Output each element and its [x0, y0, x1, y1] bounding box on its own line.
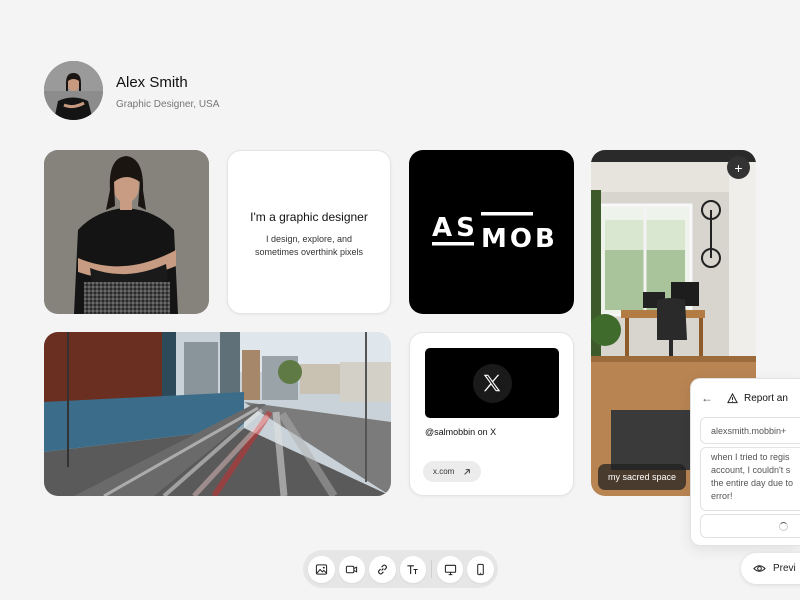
profile-header: Alex Smith Graphic Designer, USA [44, 61, 219, 120]
link-icon [377, 564, 387, 574]
profile-role: Graphic Designer, USA [116, 98, 220, 110]
toolbar-divider [431, 560, 432, 578]
x-link-label: x.com [433, 467, 455, 476]
add-button[interactable]: + [727, 156, 750, 179]
bio-card[interactable]: I'm a graphic designer I design, explore… [227, 150, 391, 314]
x-banner [425, 348, 559, 418]
desktop-view-button[interactable] [436, 555, 464, 583]
x-social-card[interactable]: @salmobbin on X x.com [409, 332, 574, 496]
logo-line2: MOB [481, 224, 558, 254]
asmob-logo: AS MOB [432, 212, 558, 254]
x-handle: @salmobbin on X [425, 427, 497, 437]
eye-icon [753, 565, 766, 572]
room-caption: my sacred space [598, 464, 687, 490]
logo-line1: AS [432, 213, 479, 243]
preview-button[interactable]: Previ [741, 553, 800, 584]
image-tool-button[interactable] [308, 555, 335, 583]
city-road-photo-card[interactable] [44, 332, 391, 496]
bio-text: I design, explore, and sometimes overthi… [254, 233, 364, 257]
mobile-view-button[interactable] [467, 555, 494, 583]
city-road-image [44, 332, 391, 496]
submit-button[interactable] [700, 514, 800, 538]
portrait-photo-card[interactable] [44, 150, 209, 314]
report-title: Report an [744, 392, 788, 404]
text-tool-button[interactable] [399, 555, 426, 583]
desktop-icon [444, 564, 456, 575]
avatar[interactable] [44, 61, 103, 120]
x-link-button[interactable]: x.com [423, 461, 482, 482]
preview-label: Previ [773, 563, 796, 574]
text-icon [407, 564, 418, 574]
logo-card[interactable]: AS MOB [409, 150, 574, 314]
image-icon [315, 563, 327, 575]
x-logo-icon [483, 374, 501, 392]
link-tool-button[interactable] [369, 555, 396, 583]
portrait-image [44, 150, 209, 314]
report-panel: ← Report an alexsmith.mobbin+ when I tri… [690, 378, 800, 546]
bottom-toolbar [303, 550, 498, 588]
mobile-icon [477, 563, 485, 575]
loading-spinner-icon [779, 522, 788, 531]
video-tool-button[interactable] [338, 555, 365, 583]
back-arrow-icon[interactable]: ← [701, 391, 727, 405]
profile-name: Alex Smith [116, 73, 188, 91]
bio-heading: I'm a graphic designer [250, 209, 368, 224]
message-textarea[interactable]: when I tried to regis account, I couldn'… [700, 447, 800, 511]
email-field[interactable]: alexsmith.mobbin+ [700, 417, 800, 444]
warning-icon [727, 392, 738, 403]
arrow-up-right-icon [464, 468, 471, 475]
video-icon [346, 565, 358, 573]
